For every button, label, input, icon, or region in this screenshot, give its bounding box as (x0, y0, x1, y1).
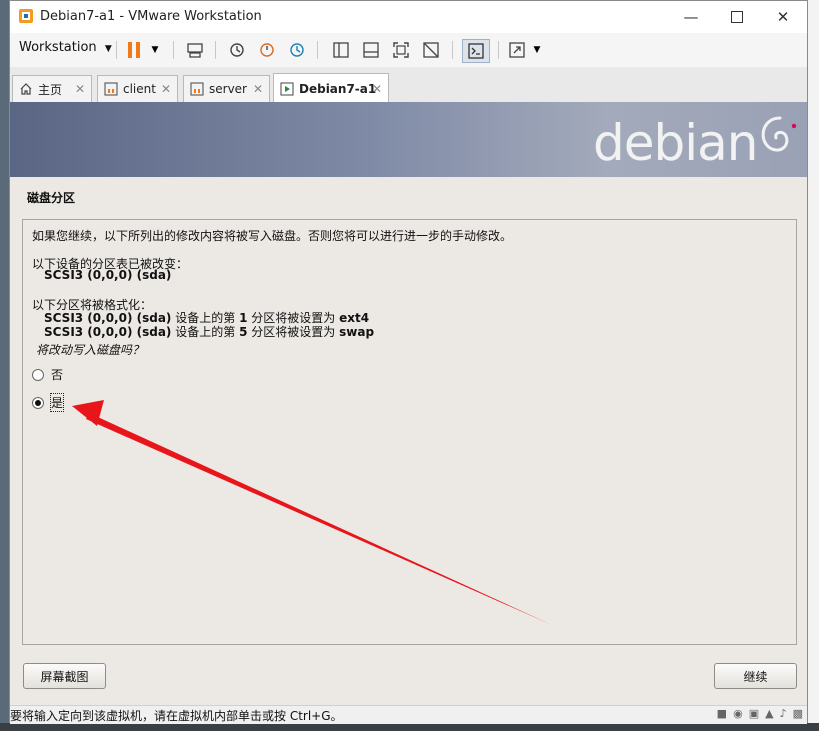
pause-button[interactable] (123, 39, 145, 61)
close-button[interactable]: ✕ (760, 1, 806, 33)
radio-yes[interactable] (32, 397, 44, 409)
maximize-icon (731, 11, 743, 23)
toolbar-separator (173, 41, 174, 59)
format-line-2-device: SCSI3 (0,0,0) (sda) (44, 325, 172, 339)
console-icon (468, 43, 484, 59)
status-text: 要将输入定向到该虚拟机，请在虚拟机内部单击或按 Ctrl+G。 (10, 709, 343, 723)
minimize-button[interactable]: — (668, 1, 714, 33)
close-icon[interactable]: ✕ (75, 82, 85, 96)
pause-icon (128, 42, 140, 58)
tab-home[interactable]: 主页 ✕ (12, 75, 92, 102)
toolbar-separator (317, 41, 318, 59)
tab-home-label: 主页 (38, 82, 63, 97)
revert-snapshot-icon (260, 43, 274, 57)
format-line-2-number: 5 (239, 325, 248, 339)
tab-debian7-a1[interactable]: Debian7-a1 ✕ (273, 73, 389, 103)
partition-summary-panel: 如果您继续，以下所列出的修改内容将被写入磁盘。否则您将可以进行进一步的手动修改。… (22, 219, 797, 645)
workstation-menu[interactable]: Workstation ▼ (19, 40, 112, 55)
snapshot-button[interactable] (226, 39, 248, 61)
radio-no[interactable] (32, 369, 44, 381)
close-icon[interactable]: ✕ (372, 82, 382, 96)
toolbar-separator (452, 41, 453, 59)
debian-banner: debian (10, 102, 807, 177)
full-screen-icon (393, 42, 409, 58)
chevron-down-icon: ▼ (533, 45, 541, 55)
tab-debian7-a1-label: Debian7-a1 (299, 81, 377, 96)
unity-icon (423, 42, 439, 58)
thumbnail-bar-button[interactable] (360, 39, 382, 61)
stretch-guest-button[interactable] (506, 39, 528, 61)
chevron-down-icon: ▼ (104, 44, 112, 54)
snapshot-manager-button[interactable] (286, 39, 308, 61)
tab-server-label: server (209, 82, 247, 96)
debian-swirl-icon (761, 116, 797, 152)
console-view-button[interactable] (462, 39, 490, 63)
maximize-button[interactable] (714, 1, 760, 33)
desktop-bottom-edge (0, 723, 819, 731)
desktop-left-edge (0, 0, 9, 731)
close-icon[interactable]: ✕ (253, 82, 263, 96)
toolbar: Workstation ▼ ▼ ▼ (10, 33, 807, 68)
format-line-2: SCSI3 (0,0,0) (sda) 设备上的第 5 分区将被设置为 swap (44, 323, 374, 340)
display-icon[interactable]: ▩ (793, 707, 803, 720)
tab-bar: 主页 ✕ client ✕ server ✕ Debian7-a1 ✕ (10, 67, 807, 103)
workstation-menu-label: Workstation (19, 40, 97, 55)
title-bar: Debian7-a1 - VMware Workstation — ✕ (10, 1, 807, 33)
toolbar-separator (215, 41, 216, 59)
tab-client[interactable]: client ✕ (97, 75, 178, 102)
unity-button[interactable] (420, 39, 442, 61)
revert-snapshot-button[interactable] (256, 39, 278, 61)
device-status-icons: ■ ◉ ▣ ▲ ♪ ▩ (717, 707, 803, 720)
vm-icon (104, 82, 118, 96)
format-line-2-text2: 分区将被设置为 (251, 325, 336, 339)
format-line-2-text: 设备上的第 (175, 325, 236, 339)
close-icon[interactable]: ✕ (161, 82, 171, 96)
status-bar: 要将输入定向到该虚拟机，请在虚拟机内部单击或按 Ctrl+G。 ■ ◉ ▣ ▲ … (10, 705, 807, 724)
tab-client-label: client (123, 82, 156, 96)
minimize-icon: — (683, 8, 699, 26)
tab-server[interactable]: server ✕ (183, 75, 270, 102)
full-screen-button[interactable] (390, 39, 412, 61)
question-text: 将改动写入磁盘吗？ (36, 343, 145, 357)
radio-no-label[interactable]: 否 (51, 366, 63, 383)
snapshot-manager-icon (290, 43, 304, 57)
hard-disk-icon[interactable]: ■ (717, 707, 727, 720)
vm-console[interactable]: debian 磁盘分区 如果您继续，以下所列出的修改内容将被写入磁盘。否则您将可… (10, 102, 807, 705)
window-title: Debian7-a1 - VMware Workstation (40, 9, 262, 24)
radio-yes-label[interactable]: 是 (49, 393, 65, 412)
show-library-button[interactable] (330, 39, 352, 61)
changed-device: SCSI3 (0,0,0) (sda) (44, 268, 172, 282)
desktop-right-edge (808, 0, 819, 731)
continue-button[interactable]: 继续 (714, 663, 797, 689)
intro-text: 如果您继续，以下所列出的修改内容将被写入磁盘。否则您将可以进行进一步的手动修改。 (32, 229, 513, 243)
vmware-app-icon (19, 9, 33, 23)
thumbnail-icon (363, 42, 379, 58)
screenshot-button[interactable]: 屏幕截图 (23, 663, 106, 689)
toolbar-separator (498, 41, 499, 59)
vm-icon (280, 81, 294, 96)
sound-icon[interactable]: ♪ (780, 707, 787, 720)
stretch-icon (509, 42, 525, 58)
toolbar-separator (116, 41, 117, 59)
cd-drive-icon[interactable]: ◉ (733, 707, 743, 720)
page-title: 磁盘分区 (27, 191, 76, 205)
vm-icon (190, 82, 204, 96)
network-icon[interactable]: ▣ (749, 707, 759, 720)
power-dropdown[interactable]: ▼ (148, 39, 162, 61)
stretch-dropdown[interactable]: ▼ (530, 39, 544, 61)
vmware-window: Debian7-a1 - VMware Workstation — ✕ Work… (9, 0, 808, 724)
format-line-2-filesystem: swap (339, 325, 375, 339)
keyboard-icon (187, 43, 203, 58)
send-ctrl-alt-del-button[interactable] (184, 39, 206, 61)
debian-logo-text: debian (593, 114, 758, 172)
close-icon: ✕ (776, 8, 790, 26)
home-icon (20, 83, 32, 95)
snapshot-icon (230, 43, 244, 57)
usb-icon[interactable]: ▲ (765, 707, 773, 720)
library-icon (333, 42, 349, 58)
chevron-down-icon: ▼ (151, 45, 159, 55)
